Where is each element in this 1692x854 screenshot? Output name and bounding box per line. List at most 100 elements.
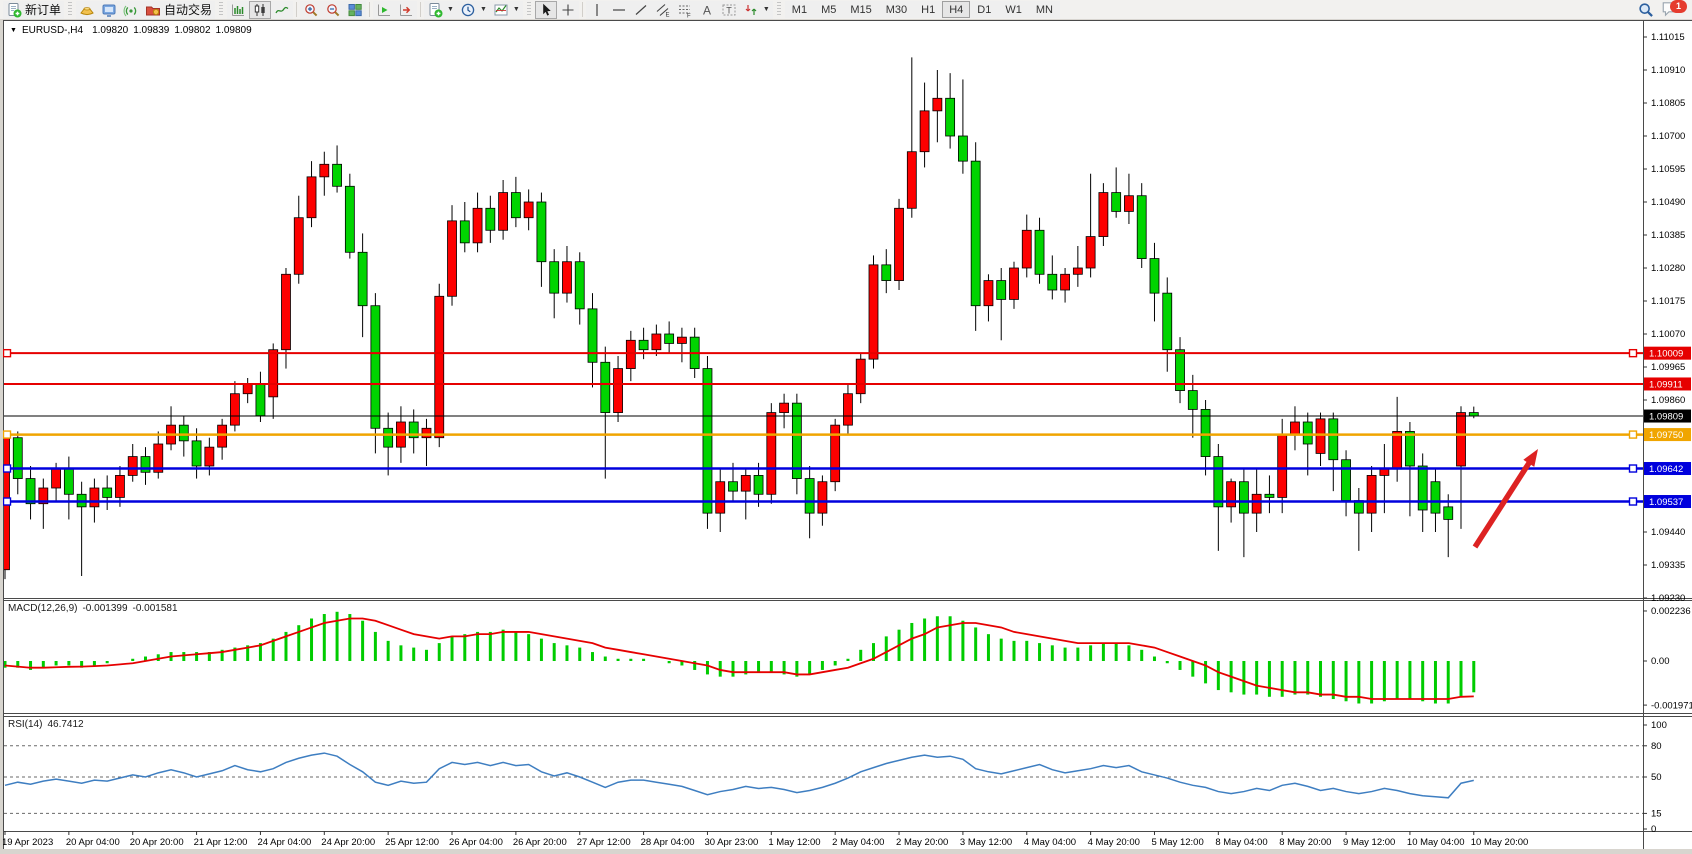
chart-low-value: 1.09802 bbox=[174, 25, 210, 36]
signal-button[interactable] bbox=[120, 1, 142, 19]
channel-tool-button[interactable]: E bbox=[652, 1, 674, 19]
collapse-triangle-icon[interactable]: ▼ bbox=[10, 27, 17, 34]
price-level-label: 1.09537 bbox=[1644, 495, 1691, 508]
price-level-label: 1.09642 bbox=[1644, 462, 1691, 475]
dropdown-caret-icon: ▼ bbox=[447, 6, 454, 13]
timeframe-button-MN[interactable]: MN bbox=[1029, 1, 1060, 18]
line-drag-handle[interactable] bbox=[1630, 431, 1637, 438]
auto-trade-button[interactable]: 自动交易 bbox=[142, 1, 215, 19]
bull-candle bbox=[307, 177, 316, 218]
bull-candle bbox=[524, 202, 533, 218]
line-drag-handle[interactable] bbox=[1630, 350, 1637, 357]
macd-axis-label: 0.002236 bbox=[1651, 606, 1691, 617]
bull-candle bbox=[243, 384, 252, 393]
templates-button[interactable]: ▼ bbox=[424, 1, 457, 19]
zoom-out-button[interactable] bbox=[322, 1, 344, 19]
bull-candle bbox=[1099, 193, 1108, 237]
timeframe-button-M5[interactable]: M5 bbox=[814, 1, 843, 18]
equidistant-channel-icon: E bbox=[655, 2, 671, 18]
main-toolbar: 新订单 自动交易 bbox=[0, 0, 1692, 20]
cursor-tool-button[interactable] bbox=[535, 1, 557, 19]
auto-scroll-button[interactable] bbox=[373, 1, 395, 19]
bull-candle bbox=[473, 208, 482, 243]
horizontal-line-1.10009[interactable] bbox=[4, 350, 1644, 357]
price-tick-label: 1.10175 bbox=[1651, 296, 1685, 307]
bull-candle bbox=[128, 457, 137, 476]
search-icon[interactable] bbox=[1637, 1, 1655, 19]
time-tick-label: 21 Apr 12:00 bbox=[194, 837, 248, 848]
bear-candle bbox=[1188, 391, 1197, 410]
timeframe-button-W1[interactable]: W1 bbox=[998, 1, 1029, 18]
new-order-button[interactable]: 新订单 bbox=[3, 1, 64, 19]
notification-badge[interactable]: 1 bbox=[1670, 0, 1687, 13]
bar-chart-mode-button[interactable] bbox=[227, 1, 249, 19]
text-label-tool-button[interactable]: T bbox=[718, 1, 740, 19]
deposit-button[interactable] bbox=[76, 1, 98, 19]
toolbar-grip bbox=[777, 2, 781, 17]
price-tick-label: 1.09440 bbox=[1651, 527, 1685, 538]
window-bottom-edge bbox=[0, 849, 1692, 854]
trendline-tool-button[interactable] bbox=[630, 1, 652, 19]
chart-shift-button[interactable] bbox=[395, 1, 417, 19]
chart-canvas[interactable]: 1.110151.109101.108051.107001.105951.104… bbox=[0, 0, 1692, 854]
bull-candle bbox=[115, 475, 124, 497]
fibonacci-tool-button[interactable]: F bbox=[674, 1, 696, 19]
zoom-in-button[interactable] bbox=[300, 1, 322, 19]
line-drag-handle[interactable] bbox=[1630, 498, 1637, 505]
horizontal-line-icon bbox=[611, 2, 627, 18]
line-drag-handle[interactable] bbox=[4, 431, 11, 438]
text-label-icon: T bbox=[721, 2, 737, 18]
chat-button[interactable]: 1 bbox=[1661, 1, 1683, 19]
timeframe-button-M30[interactable]: M30 bbox=[879, 1, 914, 18]
chart-shift-icon bbox=[398, 2, 414, 18]
line-drag-handle[interactable] bbox=[4, 350, 11, 357]
bull-candle bbox=[626, 340, 635, 368]
rsi-line bbox=[5, 753, 1474, 798]
line-chart-mode-button[interactable] bbox=[271, 1, 293, 19]
trend-arrow[interactable] bbox=[1475, 449, 1538, 547]
bull-candle bbox=[1227, 482, 1236, 507]
crosshair-tool-button[interactable] bbox=[557, 1, 579, 19]
toolbar-separator bbox=[296, 2, 297, 17]
time-tick-label: 8 May 20:00 bbox=[1279, 837, 1331, 848]
toolbar-separator bbox=[369, 2, 370, 17]
macd-pane bbox=[5, 612, 1474, 704]
time-tick-label: 19 Apr 2023 bbox=[2, 837, 53, 848]
bear-candle bbox=[537, 202, 546, 262]
timeframe-button-M15[interactable]: M15 bbox=[843, 1, 878, 18]
bear-candle bbox=[103, 488, 112, 497]
indicators-button[interactable]: ▼ bbox=[490, 1, 523, 19]
bear-candle bbox=[192, 441, 201, 466]
bull-candle bbox=[652, 334, 661, 350]
bull-candle bbox=[218, 425, 227, 447]
arrows-tool-button[interactable]: ▼ bbox=[740, 1, 773, 19]
bull-candle bbox=[499, 193, 508, 231]
price-tick-label: 1.10070 bbox=[1651, 329, 1685, 340]
timeframe-button-H1[interactable]: H1 bbox=[914, 1, 942, 18]
cursor-icon bbox=[538, 2, 554, 18]
price-tick-label: 1.09230 bbox=[1651, 593, 1685, 604]
timeframe-button-M1[interactable]: M1 bbox=[785, 1, 814, 18]
publish-button[interactable] bbox=[98, 1, 120, 19]
timeframe-button-H4[interactable]: H4 bbox=[942, 1, 970, 18]
line-drag-handle[interactable] bbox=[1630, 465, 1637, 472]
line-drag-handle[interactable] bbox=[4, 498, 11, 505]
periods-button[interactable]: ▼ bbox=[457, 1, 490, 19]
timeframe-button-D1[interactable]: D1 bbox=[970, 1, 998, 18]
bear-candle bbox=[1163, 293, 1172, 350]
vertical-line-tool-button[interactable] bbox=[586, 1, 608, 19]
svg-text:1.09750: 1.09750 bbox=[1649, 430, 1683, 441]
macd-signal-line bbox=[5, 618, 1474, 699]
time-tick-label: 26 Apr 04:00 bbox=[449, 837, 503, 848]
text-tool-button[interactable]: A bbox=[696, 1, 718, 19]
time-tick-label: 20 Apr 04:00 bbox=[66, 837, 120, 848]
crosshair-icon bbox=[560, 2, 576, 18]
line-drag-handle[interactable] bbox=[4, 465, 11, 472]
price-axis: 1.110151.109101.108051.107001.105951.104… bbox=[1643, 32, 1692, 835]
horizontal-line-tool-button[interactable] bbox=[608, 1, 630, 19]
rsi-axis-label: 80 bbox=[1651, 741, 1662, 752]
bear-candle bbox=[1239, 482, 1248, 513]
tile-windows-button[interactable] bbox=[344, 1, 366, 19]
candlestick-mode-button[interactable] bbox=[249, 1, 271, 19]
rsi-name: RSI(14) bbox=[8, 719, 42, 730]
